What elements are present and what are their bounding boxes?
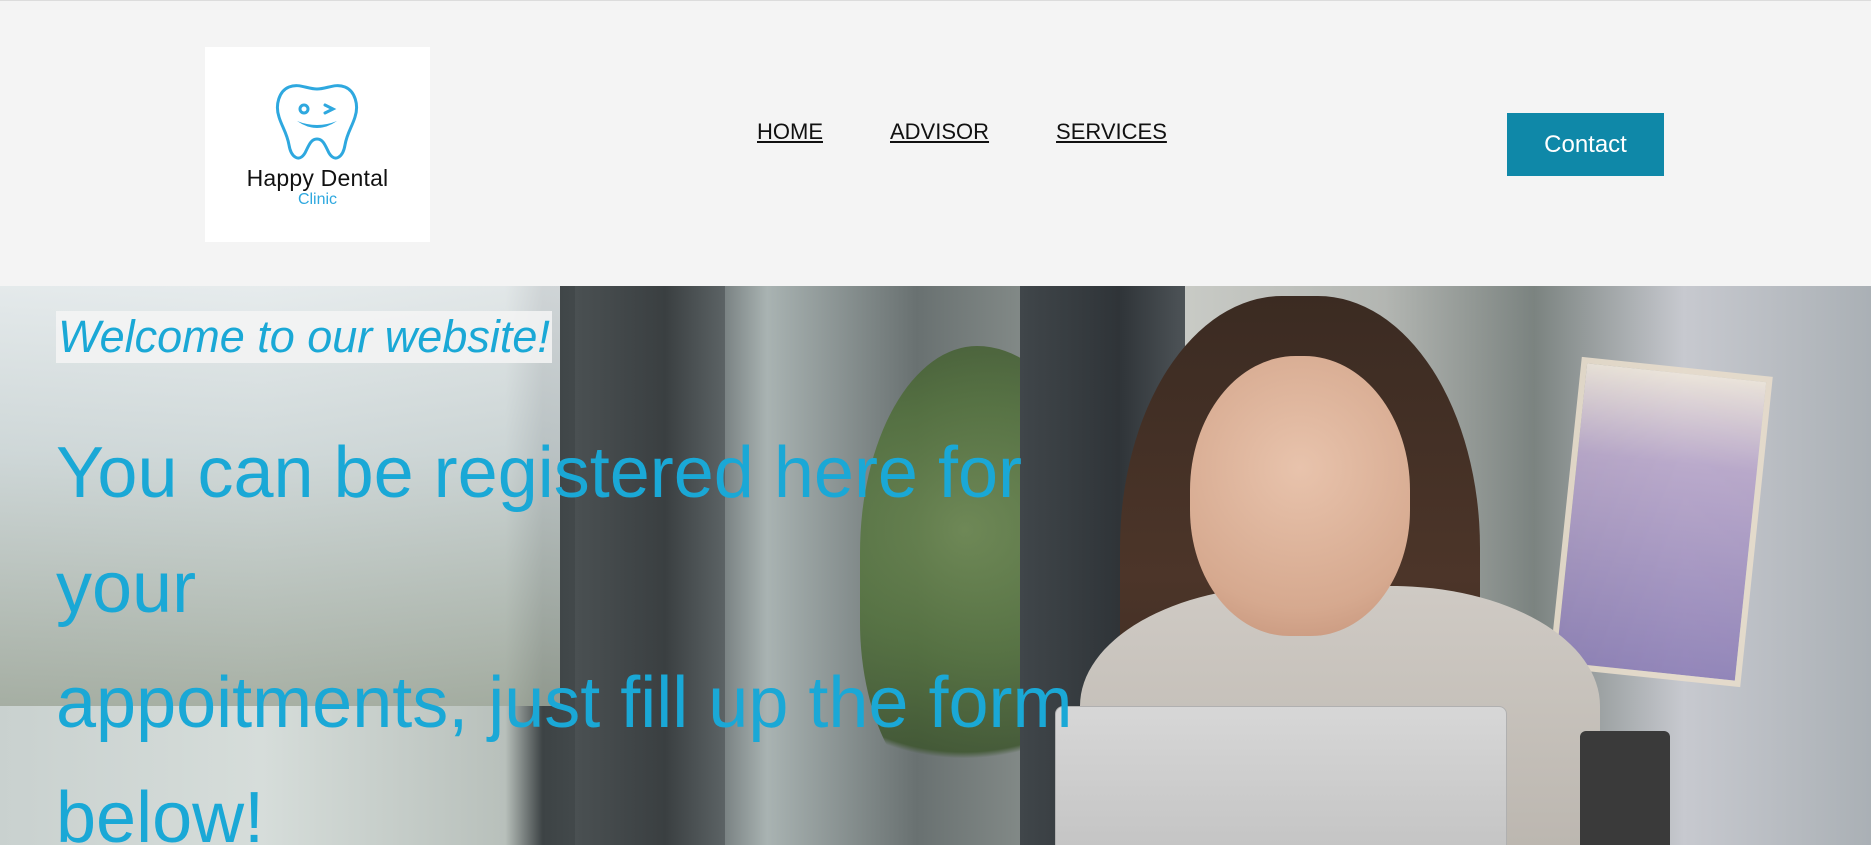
nav-services[interactable]: SERVICES bbox=[1056, 119, 1167, 145]
smiling-tooth-icon bbox=[275, 84, 359, 160]
contact-button[interactable]: Contact bbox=[1507, 113, 1664, 176]
site-header: Happy Dental Clinic HOME ADVISOR SERVICE… bbox=[0, 0, 1871, 286]
logo-title: Happy Dental bbox=[246, 165, 389, 191]
hero-section: Welcome to our website! You can be regis… bbox=[0, 286, 1871, 845]
nav-advisor[interactable]: ADVISOR bbox=[890, 119, 989, 145]
headline-line: You can be registered here for bbox=[56, 433, 1022, 513]
logo-subtitle: Clinic bbox=[297, 191, 338, 208]
nav-home[interactable]: HOME bbox=[757, 119, 823, 145]
headline-line: below! bbox=[56, 778, 265, 845]
headline-line: your bbox=[56, 548, 197, 628]
hero-background-poster bbox=[1549, 356, 1773, 688]
headline-line: appoitments, just fill up the form bbox=[56, 663, 1073, 743]
logo[interactable]: Happy Dental Clinic bbox=[205, 47, 430, 242]
hero-person-face bbox=[1190, 356, 1410, 636]
hero-headline: You can be registered here for your appo… bbox=[56, 416, 1156, 845]
hero-background-chair bbox=[1580, 731, 1670, 845]
welcome-text: Welcome to our website! bbox=[56, 311, 552, 363]
main-nav: HOME ADVISOR SERVICES bbox=[757, 119, 1167, 145]
